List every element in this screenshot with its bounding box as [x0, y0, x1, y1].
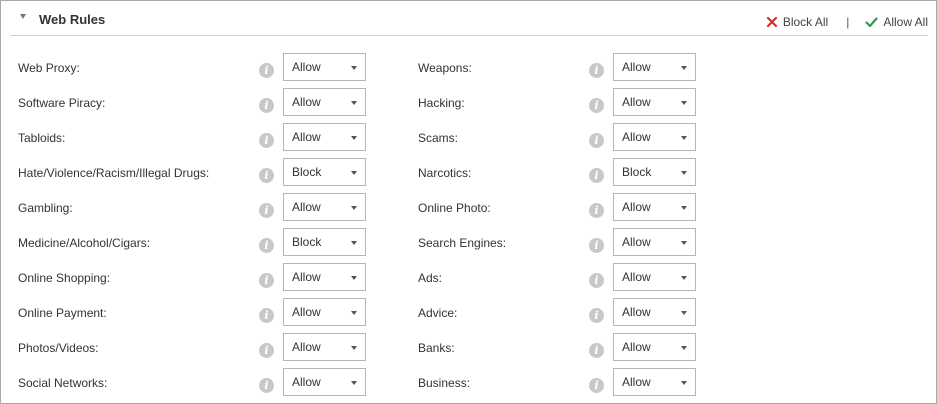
rule-select[interactable]: Allow: [613, 53, 696, 81]
info-icon[interactable]: i: [589, 168, 604, 183]
rule-select-value: Block: [622, 165, 652, 179]
rule-select[interactable]: Allow: [613, 368, 696, 396]
rule-select-value: Allow: [622, 375, 651, 389]
rule-select-value: Allow: [622, 130, 651, 144]
chevron-down-icon: [681, 346, 687, 350]
info-icon[interactable]: i: [589, 238, 604, 253]
rule-select-value: Allow: [622, 270, 651, 284]
chevron-down-icon: [681, 136, 687, 140]
rule-select-value: Allow: [622, 60, 651, 74]
chevron-down-icon: [681, 381, 687, 385]
rule-label: Search Engines:: [418, 236, 507, 250]
rule-label: Online Photo:: [418, 201, 491, 215]
rule-row: Weapons: i Allow: [1, 53, 936, 83]
rule-select-value: Allow: [622, 200, 651, 214]
rule-row: Hacking: i Allow: [1, 88, 936, 118]
rule-row: Ads: i Allow: [1, 263, 936, 293]
info-icon[interactable]: i: [589, 203, 604, 218]
info-icon[interactable]: i: [589, 133, 604, 148]
rule-row: Scams: i Allow: [1, 123, 936, 153]
rule-row: Narcotics: i Block: [1, 158, 936, 188]
chevron-down-icon: [681, 66, 687, 70]
rule-select-value: Allow: [622, 340, 651, 354]
rule-row: Advice: i Allow: [1, 298, 936, 328]
rule-label: Banks:: [418, 341, 455, 355]
chevron-down-icon: [681, 311, 687, 315]
info-icon[interactable]: i: [589, 378, 604, 393]
rule-select[interactable]: Allow: [613, 123, 696, 151]
chevron-down-icon: [681, 241, 687, 245]
info-icon[interactable]: i: [589, 343, 604, 358]
rule-label: Scams:: [418, 131, 459, 145]
chevron-down-icon: [681, 206, 687, 210]
info-icon[interactable]: i: [589, 273, 604, 288]
rule-label: Advice:: [418, 306, 458, 320]
rule-select[interactable]: Allow: [613, 88, 696, 116]
rule-select[interactable]: Allow: [613, 298, 696, 326]
rule-row: Business: i Allow: [1, 368, 936, 398]
rule-label: Weapons:: [418, 61, 472, 75]
rule-select-value: Allow: [622, 95, 651, 109]
info-icon[interactable]: i: [589, 308, 604, 323]
rule-row: Banks: i Allow: [1, 333, 936, 363]
rule-select[interactable]: Allow: [613, 193, 696, 221]
chevron-down-icon: [681, 101, 687, 105]
info-icon[interactable]: i: [589, 98, 604, 113]
rule-row: Online Photo: i Allow: [1, 193, 936, 223]
web-rules-panel: Web Rules Block All | Allow All Web Prox…: [0, 0, 937, 404]
rule-label: Hacking:: [418, 96, 465, 110]
rule-label: Ads:: [418, 271, 443, 285]
rule-select[interactable]: Allow: [613, 263, 696, 291]
rule-select-value: Allow: [622, 235, 651, 249]
info-icon[interactable]: i: [589, 63, 604, 78]
rule-select-value: Allow: [622, 305, 651, 319]
chevron-down-icon: [681, 276, 687, 280]
rule-select[interactable]: Allow: [613, 333, 696, 361]
rule-label: Narcotics:: [418, 166, 472, 180]
rules-grid: Web Proxy: i Allow Software Piracy: i Allow Ta…: [1, 1, 936, 403]
rule-select[interactable]: Block: [613, 158, 696, 186]
rule-row: Search Engines: i Allow: [1, 228, 936, 258]
rule-select[interactable]: Allow: [613, 228, 696, 256]
chevron-down-icon: [681, 171, 687, 175]
rule-label: Business:: [418, 376, 471, 390]
